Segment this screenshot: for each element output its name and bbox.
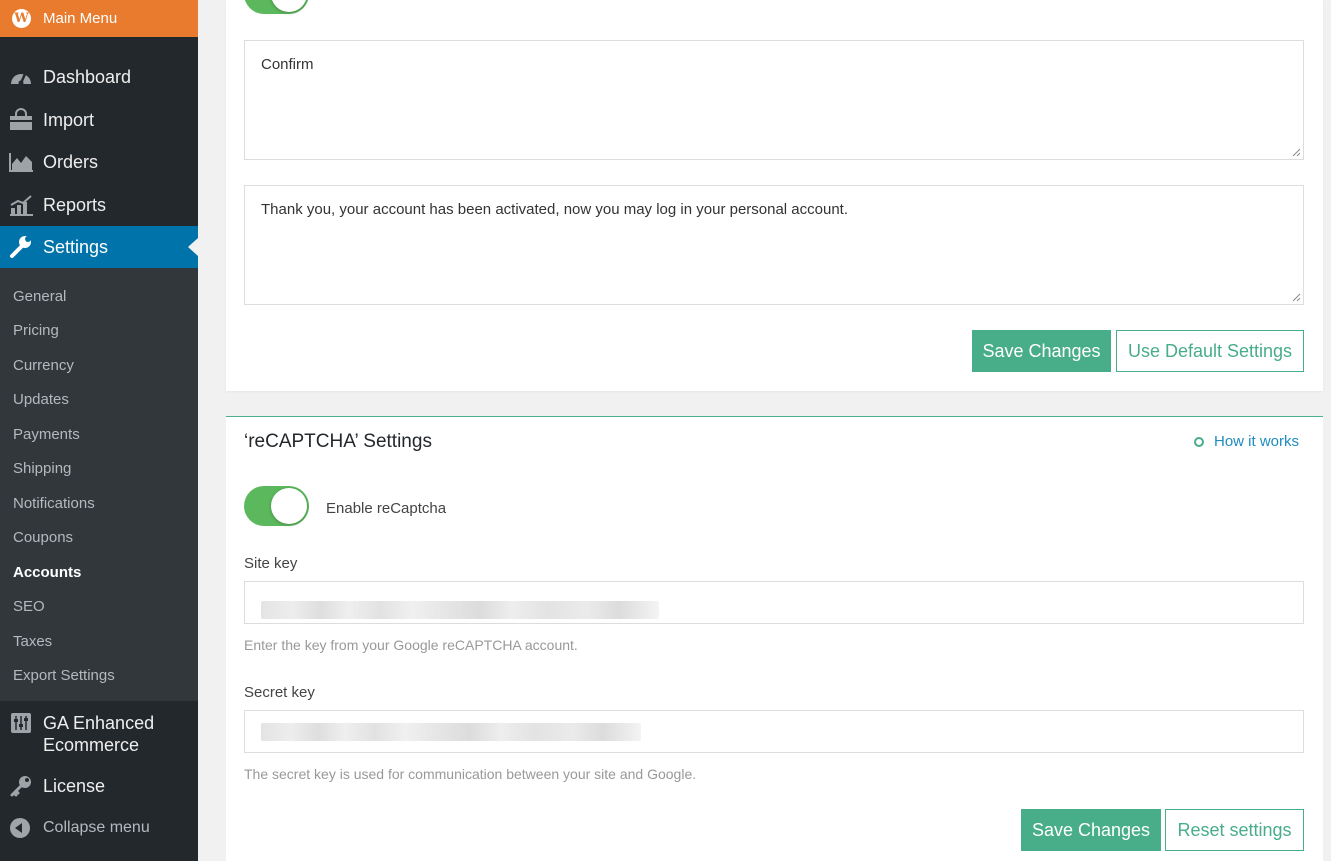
wrench-icon: [8, 235, 34, 259]
collapse-menu-button[interactable]: Collapse menu: [10, 818, 150, 838]
sidebar-item-import[interactable]: Import: [0, 99, 198, 141]
submenu-item-pricing[interactable]: Pricing: [13, 322, 59, 339]
submenu-item-notifications[interactable]: Notifications: [13, 495, 95, 512]
redacted-secret-key: [261, 723, 641, 741]
sidebar-item-label: Reports: [43, 194, 107, 215]
activation-message-textarea[interactable]: Thank you, your account has been activat…: [244, 185, 1304, 305]
sidebar-item-ga-enhanced-ecommerce[interactable]: GA Enhanced Ecommerce: [0, 712, 198, 762]
key-icon: [8, 774, 34, 798]
sidebar-item-license[interactable]: License: [0, 765, 198, 807]
sidebar-item-dashboard[interactable]: Dashboard: [0, 56, 198, 98]
resize-grip-icon[interactable]: [1291, 292, 1301, 302]
enable-recaptcha-toggle[interactable]: [244, 486, 309, 526]
sidebar-item-label: GA Enhanced Ecommerce: [43, 713, 155, 755]
submenu-item-currency[interactable]: Currency: [13, 357, 74, 374]
chart-icon: [8, 193, 34, 217]
redacted-site-key: [261, 601, 659, 619]
secret-key-label: Secret key: [244, 684, 315, 701]
sliders-icon: [8, 712, 34, 736]
area-chart-icon: [8, 150, 34, 174]
reset-settings-button[interactable]: Reset settings: [1165, 809, 1304, 851]
submenu-item-export-settings[interactable]: Export Settings: [13, 667, 115, 684]
sidebar-item-label: Settings: [43, 236, 109, 257]
submenu-item-taxes[interactable]: Taxes: [13, 633, 52, 650]
section-title: ‘reCAPTCHA’ Settings: [244, 431, 432, 452]
save-changes-button[interactable]: Save Changes: [972, 330, 1111, 372]
submenu-item-seo[interactable]: SEO: [13, 598, 45, 615]
settings-submenu: General Pricing Currency Updates Payment…: [0, 268, 198, 701]
submenu-item-accounts[interactable]: Accounts: [13, 564, 81, 581]
sidebar-item-orders[interactable]: Orders: [0, 141, 198, 183]
submenu-item-shipping[interactable]: Shipping: [13, 460, 71, 477]
sidebar-item-label: Dashboard: [43, 66, 132, 87]
accounts-toggle[interactable]: [244, 0, 309, 14]
admin-sidebar: W Main Menu Dashboard Import Orders Repo…: [0, 0, 198, 861]
activation-message-value: Thank you, your account has been activat…: [261, 201, 849, 218]
wordpress-logo-icon: W: [12, 9, 31, 28]
sidebar-item-settings[interactable]: Settings: [0, 226, 198, 268]
site-key-input[interactable]: [244, 581, 1304, 624]
how-it-works-link[interactable]: How it works: [1193, 433, 1299, 450]
collapse-menu-label: Collapse menu: [43, 819, 150, 836]
toggle-knob: [271, 488, 307, 524]
sidebar-item-label: License: [43, 775, 106, 796]
dashboard-icon: [8, 65, 34, 89]
submenu-item-coupons[interactable]: Coupons: [13, 529, 73, 546]
use-default-settings-button[interactable]: Use Default Settings: [1116, 330, 1304, 372]
recaptcha-settings-card: ‘reCAPTCHA’ Settings How it works Enable…: [226, 416, 1323, 861]
collapse-arrow-icon: [10, 818, 30, 838]
resize-grip-icon[interactable]: [1291, 147, 1301, 157]
confirm-textarea-value: Confirm: [261, 56, 314, 73]
site-key-hint: Enter the key from your Google reCAPTCHA…: [244, 637, 578, 653]
save-changes-button[interactable]: Save Changes: [1021, 809, 1161, 851]
sidebar-item-reports[interactable]: Reports: [0, 184, 198, 226]
secret-key-hint: The secret key is used for communication…: [244, 766, 697, 782]
sidebar-item-label: Import: [43, 109, 95, 130]
shopping-bag-icon: [8, 108, 34, 132]
enable-recaptcha-label: Enable reCaptcha: [326, 500, 447, 517]
toggle-knob: [271, 0, 307, 12]
submenu-item-updates[interactable]: Updates: [13, 391, 69, 408]
sidebar-item-label: Orders: [43, 151, 99, 172]
how-it-works-label: How it works: [1213, 433, 1299, 450]
secret-key-input[interactable]: [244, 710, 1304, 753]
circle-icon: [1193, 436, 1204, 447]
confirm-textarea[interactable]: Confirm: [244, 40, 1304, 160]
accounts-settings-card: Confirm Thank you, your account has been…: [226, 0, 1323, 391]
submenu-item-payments[interactable]: Payments: [13, 426, 80, 443]
main-menu-label: Main Menu: [43, 10, 118, 27]
main-menu-button[interactable]: W Main Menu: [0, 0, 198, 37]
site-key-label: Site key: [244, 555, 298, 572]
submenu-item-general[interactable]: General: [13, 288, 66, 305]
